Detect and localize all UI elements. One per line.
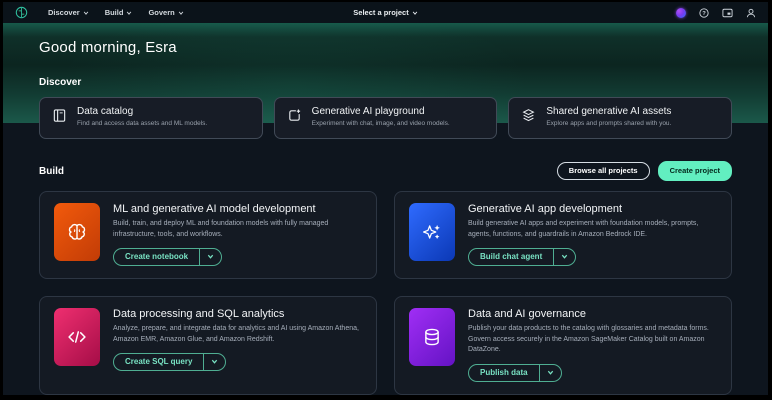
- code-icon: [54, 308, 100, 366]
- user-profile-icon[interactable]: [746, 8, 756, 18]
- sagemaker-studio-logo-icon[interactable]: [15, 6, 28, 19]
- app-window: Discover Build Govern Select a project: [3, 2, 768, 395]
- create-notebook-split-button: Create notebook: [113, 248, 222, 266]
- help-icon[interactable]: ?: [699, 8, 709, 18]
- card-data-ai-governance: Data and AI governance Publish your data…: [394, 296, 732, 395]
- card-title: ML and generative AI model development: [113, 203, 362, 215]
- card-description: Build, train, and deploy ML and foundati…: [113, 219, 362, 240]
- card-shared-generative-ai-assets[interactable]: Shared generative AI assets Explore apps…: [508, 97, 732, 139]
- browse-all-projects-button[interactable]: Browse all projects: [557, 162, 650, 180]
- build-chat-agent-dropdown-button[interactable]: [553, 249, 575, 265]
- card-description: Build generative AI apps and experiment …: [468, 219, 717, 240]
- feedback-icon[interactable]: [722, 8, 733, 18]
- card-generative-ai-playground[interactable]: Generative AI playground Experiment with…: [274, 97, 498, 139]
- nav-menu-discover-label: Discover: [48, 8, 80, 17]
- publish-data-split-button: Publish data: [468, 364, 562, 382]
- create-notebook-dropdown-button[interactable]: [199, 249, 221, 265]
- build-chat-agent-button[interactable]: Build chat agent: [469, 249, 553, 265]
- top-navigation-bar: Discover Build Govern Select a project: [3, 2, 768, 23]
- card-description: Analyze, prepare, and integrate data for…: [113, 324, 362, 345]
- card-title: Generative AI playground: [312, 106, 450, 117]
- build-section-header: Build Browse all projects Create project: [39, 161, 732, 181]
- card-ml-model-development: ML and generative AI model development B…: [39, 191, 377, 279]
- card-description: Publish your data products to the catalo…: [468, 324, 717, 356]
- playground-icon: [287, 108, 302, 123]
- card-description: Explore apps and prompts shared with you…: [546, 120, 671, 127]
- publish-data-dropdown-button[interactable]: [539, 365, 561, 381]
- amazon-q-icon[interactable]: [676, 8, 686, 18]
- catalog-icon: [52, 108, 67, 123]
- create-sql-query-split-button: Create SQL query: [113, 353, 226, 371]
- card-data-processing-sql-analytics: Data processing and SQL analytics Analyz…: [39, 296, 377, 395]
- discover-section-label: Discover: [39, 77, 732, 88]
- card-title: Data catalog: [77, 106, 207, 117]
- card-title: Data and AI governance: [468, 308, 717, 320]
- create-notebook-button[interactable]: Create notebook: [114, 249, 199, 265]
- nav-menu-govern-label: Govern: [148, 8, 174, 17]
- layers-icon: [521, 108, 536, 123]
- database-icon: [409, 308, 455, 366]
- card-title: Generative AI app development: [468, 203, 717, 215]
- chevron-down-icon: [561, 253, 568, 260]
- chevron-down-icon: [178, 10, 184, 16]
- publish-data-button[interactable]: Publish data: [469, 365, 539, 381]
- chevron-down-icon: [126, 10, 132, 16]
- create-sql-query-dropdown-button[interactable]: [203, 354, 225, 370]
- chevron-down-icon: [83, 10, 89, 16]
- card-description: Find and access data assets and ML model…: [77, 120, 207, 127]
- brain-icon: [54, 203, 100, 261]
- page-title-greeting: Good morning, Esra: [39, 39, 732, 56]
- chevron-down-icon: [412, 10, 418, 16]
- build-chat-agent-split-button: Build chat agent: [468, 248, 576, 266]
- chevron-down-icon: [207, 253, 214, 260]
- card-title: Data processing and SQL analytics: [113, 308, 362, 320]
- nav-menu-discover[interactable]: Discover: [48, 8, 89, 17]
- card-data-catalog[interactable]: Data catalog Find and access data assets…: [39, 97, 263, 139]
- nav-menu-build[interactable]: Build: [105, 8, 133, 17]
- build-cards-grid: ML and generative AI model development B…: [39, 191, 732, 395]
- svg-text:?: ?: [702, 11, 706, 17]
- chevron-down-icon: [211, 358, 218, 365]
- nav-menu-govern[interactable]: Govern: [148, 8, 183, 17]
- project-selector-dropdown[interactable]: Select a project: [353, 8, 417, 17]
- card-description: Experiment with chat, image, and video m…: [312, 120, 450, 127]
- nav-menu-build-label: Build: [105, 8, 124, 17]
- sparkles-icon: [409, 203, 455, 261]
- build-section-label: Build: [39, 166, 64, 177]
- create-sql-query-button[interactable]: Create SQL query: [114, 354, 203, 370]
- card-generative-ai-app-development: Generative AI app development Build gene…: [394, 191, 732, 279]
- chevron-down-icon: [547, 369, 554, 376]
- project-selector-label: Select a project: [353, 8, 408, 17]
- create-project-button[interactable]: Create project: [658, 161, 732, 181]
- discover-cards-row: Data catalog Find and access data assets…: [39, 97, 732, 139]
- card-title: Shared generative AI assets: [546, 106, 671, 117]
